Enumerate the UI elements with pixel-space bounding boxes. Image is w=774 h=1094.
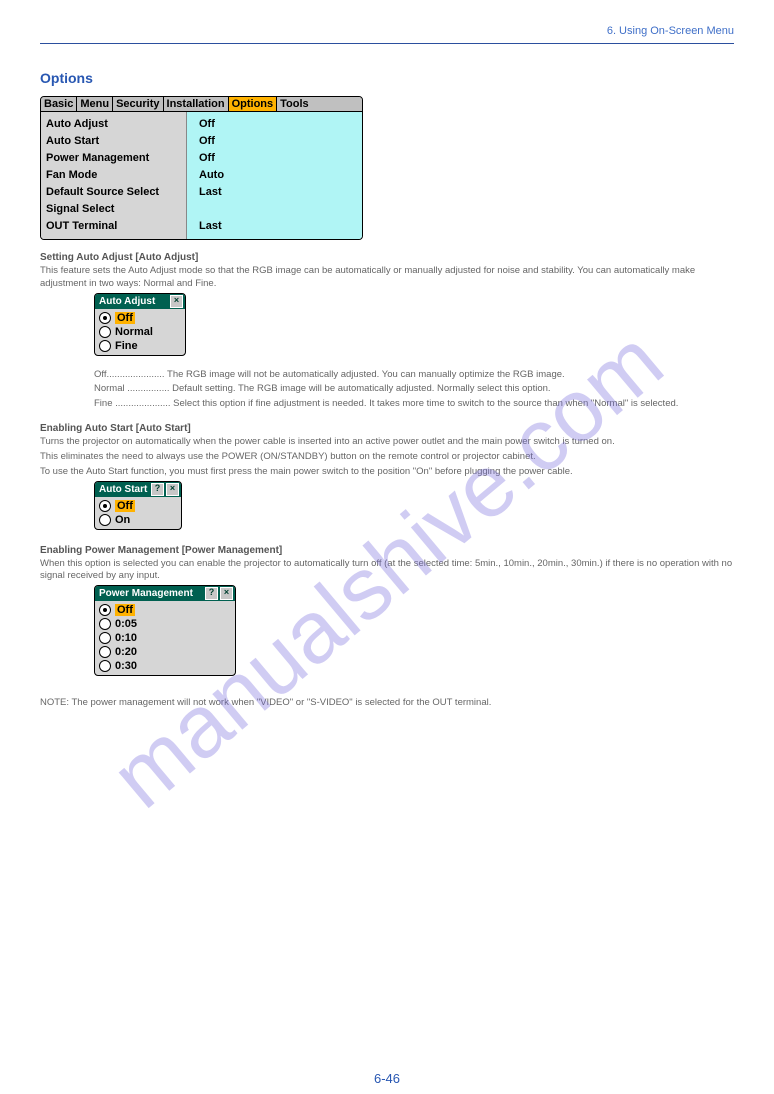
tab-tools[interactable]: Tools xyxy=(277,97,312,111)
header-rule xyxy=(40,43,734,44)
auto-start-text: To use the Auto Start function, you must… xyxy=(40,466,734,479)
tab-installation[interactable]: Installation xyxy=(164,97,229,111)
row-value xyxy=(199,201,362,218)
radio-option[interactable]: 0:30 xyxy=(99,659,229,673)
radio-icon xyxy=(99,340,111,352)
help-icon[interactable]: ? xyxy=(205,587,218,600)
radio-icon xyxy=(99,604,111,616)
close-icon[interactable]: × xyxy=(166,483,179,496)
radio-icon xyxy=(99,646,111,658)
dialog-titlebar: Auto Start ? × xyxy=(95,482,181,497)
tab-security[interactable]: Security xyxy=(113,97,163,111)
row-value: Last xyxy=(199,184,362,201)
dialog-title-text: Auto Start xyxy=(99,484,147,495)
radio-icon xyxy=(99,632,111,644)
row-label[interactable]: Auto Start xyxy=(46,133,184,150)
options-panel: Basic Menu Security Installation Options… xyxy=(40,96,363,240)
row-label[interactable]: Auto Adjust xyxy=(46,116,184,133)
panel-labels: Auto Adjust Auto Start Power Management … xyxy=(41,112,186,239)
radio-option[interactable]: 0:05 xyxy=(99,617,229,631)
row-label[interactable]: Power Management xyxy=(46,150,184,167)
radio-option[interactable]: Off xyxy=(99,311,179,325)
auto-start-text: This eliminates the need to always use t… xyxy=(40,451,734,464)
radio-icon xyxy=(99,618,111,630)
radio-icon xyxy=(99,312,111,324)
panel-values: Off Off Off Auto Last Last xyxy=(186,112,362,239)
radio-icon xyxy=(99,660,111,672)
dialog-auto-start: Auto Start ? × Off On xyxy=(94,481,182,530)
dialog-title-text: Auto Adjust xyxy=(99,296,155,307)
row-label[interactable]: OUT Terminal xyxy=(46,218,184,235)
tab-menu[interactable]: Menu xyxy=(77,97,113,111)
option-desc-normal: Normal ................ Default setting.… xyxy=(94,383,734,396)
pm-heading: Enabling Power Management [Power Managem… xyxy=(40,545,734,556)
radio-icon xyxy=(99,514,111,526)
tab-basic[interactable]: Basic xyxy=(41,97,77,111)
row-value: Off xyxy=(199,150,362,167)
close-icon[interactable]: × xyxy=(170,295,183,308)
radio-option[interactable]: On xyxy=(99,513,175,527)
section-title-options: Options xyxy=(40,70,734,86)
radio-option[interactable]: Off xyxy=(99,499,175,513)
radio-option[interactable]: Off xyxy=(99,603,229,617)
option-desc-fine: Fine ..................... Select this o… xyxy=(94,398,734,411)
row-label[interactable]: Default Source Select xyxy=(46,184,184,201)
row-label[interactable]: Signal Select xyxy=(46,201,184,218)
row-value: Off xyxy=(199,133,362,150)
close-icon[interactable]: × xyxy=(220,587,233,600)
radio-icon xyxy=(99,500,111,512)
radio-option[interactable]: Fine xyxy=(99,339,179,353)
row-label[interactable]: Fan Mode xyxy=(46,167,184,184)
auto-adjust-heading: Setting Auto Adjust [Auto Adjust] xyxy=(40,252,734,263)
option-desc-off: Off...................... The RGB image … xyxy=(94,369,734,382)
radio-option[interactable]: Normal xyxy=(99,325,179,339)
pm-note: NOTE: The power management will not work… xyxy=(40,697,734,710)
header-section-path: 6. Using On-Screen Menu xyxy=(40,25,734,37)
row-value: Off xyxy=(199,116,362,133)
tab-options[interactable]: Options xyxy=(229,97,278,111)
help-icon[interactable]: ? xyxy=(151,483,164,496)
radio-option[interactable]: 0:20 xyxy=(99,645,229,659)
dialog-auto-adjust: Auto Adjust × Off Normal Fine xyxy=(94,293,186,356)
page-footer: 6-46 xyxy=(0,1071,774,1086)
dialog-titlebar: Auto Adjust × xyxy=(95,294,185,309)
dialog-power-management: Power Management ? × Off 0:05 0:10 0:20 … xyxy=(94,585,236,676)
row-value: Auto xyxy=(199,167,362,184)
auto-adjust-text: This feature sets the Auto Adjust mode s… xyxy=(40,265,734,291)
auto-start-heading: Enabling Auto Start [Auto Start] xyxy=(40,423,734,434)
radio-option[interactable]: 0:10 xyxy=(99,631,229,645)
row-value: Last xyxy=(199,218,362,235)
dialog-title-text: Power Management xyxy=(99,588,193,599)
auto-start-text: Turns the projector on automatically whe… xyxy=(40,436,734,449)
radio-icon xyxy=(99,326,111,338)
pm-text: When this option is selected you can ena… xyxy=(40,558,734,584)
tab-row: Basic Menu Security Installation Options… xyxy=(41,97,362,112)
dialog-titlebar: Power Management ? × xyxy=(95,586,235,601)
